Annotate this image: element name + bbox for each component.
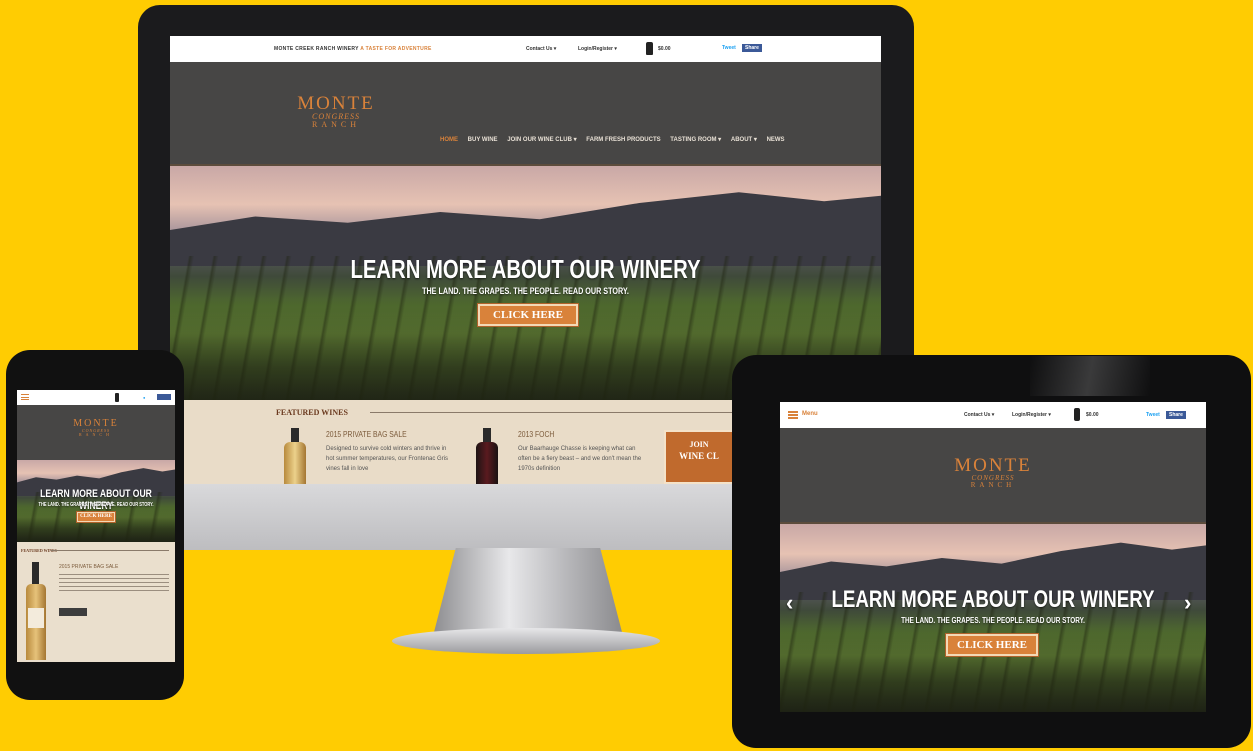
club-line2: WINE CL bbox=[679, 451, 719, 461]
tagline: MONTE CREEK RANCH WINERY A TASTE FOR ADV… bbox=[274, 46, 432, 52]
phone-hero-image: LEARN MORE ABOUT OUR WINERY THE LAND. TH… bbox=[17, 460, 175, 542]
logo-line1: MONTE bbox=[297, 93, 375, 114]
tagline-highlight: A TASTE FOR ADVENTURE bbox=[360, 46, 432, 52]
hamburger-menu-icon[interactable] bbox=[21, 394, 29, 400]
cart-bottle-icon[interactable] bbox=[646, 42, 653, 55]
logo-line3: RANCH bbox=[78, 432, 113, 437]
tweet-button[interactable]: Tweet bbox=[1146, 412, 1160, 418]
wine-bottle-white[interactable] bbox=[280, 428, 310, 484]
facebook-share-button[interactable] bbox=[157, 394, 171, 400]
login-register-menu[interactable]: Login/Register ▾ bbox=[578, 46, 617, 52]
tablet-screen: Menu Contact Us ▾ Login/Register ▾ $0.00… bbox=[780, 402, 1206, 712]
club-line1: JOIN bbox=[689, 440, 709, 449]
tagline-prefix: MONTE CREEK RANCH WINERY bbox=[274, 46, 359, 52]
monitor-stand-foot bbox=[392, 628, 660, 654]
wine-bottle-red[interactable] bbox=[472, 428, 502, 484]
tablet-topbar: Menu Contact Us ▾ Login/Register ▾ $0.00… bbox=[780, 402, 1206, 428]
tweet-icon[interactable]: ● bbox=[143, 395, 145, 400]
hero-title: LEARN MORE ABOUT OUR WINERY bbox=[831, 586, 1155, 613]
tweet-button[interactable]: Tweet bbox=[722, 45, 736, 51]
cart-bottle-icon[interactable] bbox=[1074, 408, 1080, 421]
facebook-share-button[interactable]: Share bbox=[1166, 411, 1186, 419]
wine-description-lines bbox=[59, 574, 169, 594]
hero-mountains bbox=[170, 192, 881, 266]
hero-title: LEARN MORE ABOUT OUR WINERY bbox=[40, 488, 152, 512]
cart-bottle-icon[interactable] bbox=[115, 393, 119, 402]
wine-desc-1: Designed to survive cold winters and thr… bbox=[326, 446, 449, 472]
bottle-label bbox=[28, 608, 44, 628]
phone-screen: ● MONTE CONGRESS RANCH LEARN MORE ABOUT … bbox=[17, 390, 175, 662]
logo-line3: RANCH bbox=[311, 120, 360, 129]
hamburger-menu-icon[interactable] bbox=[788, 411, 798, 419]
menu-label[interactable]: Menu bbox=[802, 411, 818, 417]
hero-title: LEARN MORE ABOUT OUR WINERY bbox=[350, 254, 701, 284]
facebook-share-button[interactable]: Share bbox=[742, 44, 762, 52]
desktop-topbar: MONTE CREEK RANCH WINERY A TASTE FOR ADV… bbox=[170, 36, 881, 62]
logo-line3: RANCH bbox=[970, 481, 1016, 489]
nav-home[interactable]: HOME bbox=[440, 137, 458, 143]
bottle-body bbox=[476, 442, 498, 484]
nav-news[interactable]: NEWS bbox=[767, 137, 785, 143]
wine-name-1[interactable]: 2015 PRIVATE BAG SALE bbox=[326, 430, 407, 439]
nav-farm-fresh[interactable]: FARM FRESH PRODUCTS bbox=[586, 137, 660, 143]
wine-name-2[interactable]: 2013 FOCH bbox=[518, 430, 554, 439]
brand-logo[interactable]: MONTE CONGRESS RANCH bbox=[276, 94, 396, 129]
nav-buy-wine[interactable]: BUY WINE bbox=[468, 137, 498, 143]
tablet-glare bbox=[1030, 356, 1150, 396]
phone-header: MONTE CONGRESS RANCH bbox=[17, 405, 175, 460]
wine-name[interactable]: 2015 PRIVATE BAG SALE bbox=[59, 564, 118, 570]
hero-subtitle: THE LAND. THE GRAPES. THE PEOPLE. READ O… bbox=[422, 286, 629, 296]
phone-featured-section: FEATURED WINES 2015 PRIVATE BAG SALE bbox=[17, 542, 175, 662]
monitor-stand-neck bbox=[433, 548, 623, 636]
contact-us-menu[interactable]: Contact Us ▾ bbox=[526, 46, 556, 52]
read-more-button[interactable] bbox=[59, 608, 87, 616]
bottle-body bbox=[284, 442, 306, 484]
cart-total[interactable]: $0.00 bbox=[658, 46, 671, 52]
featured-divider bbox=[51, 550, 169, 551]
nav-about[interactable]: ABOUT ▾ bbox=[731, 137, 757, 143]
logo-line1: MONTE bbox=[954, 455, 1032, 476]
desktop-header: MONTE CONGRESS RANCH HOME BUY WINE JOIN … bbox=[170, 62, 881, 166]
hero-click-here-button[interactable]: CLICK HERE bbox=[478, 304, 578, 326]
nav-tasting-room[interactable]: TASTING ROOM ▾ bbox=[670, 137, 721, 143]
tablet-header: MONTE CONGRESS RANCH bbox=[780, 428, 1206, 524]
hero-click-here-button[interactable]: CLICK HERE bbox=[77, 512, 115, 522]
bottle-neck bbox=[32, 562, 39, 586]
hero-subtitle: THE LAND. THE GRAPES. THE PEOPLE. READ O… bbox=[38, 502, 154, 508]
brand-logo[interactable]: MONTE CONGRESS RANCH bbox=[928, 456, 1058, 489]
carousel-next-arrow-icon[interactable]: › bbox=[1184, 590, 1191, 616]
brand-logo[interactable]: MONTE CONGRESS RANCH bbox=[61, 419, 131, 437]
carousel-prev-arrow-icon[interactable]: ‹ bbox=[786, 590, 793, 616]
phone-topbar: ● bbox=[17, 390, 175, 405]
main-nav: HOME BUY WINE JOIN OUR WINE CLUB ▾ FARM … bbox=[440, 136, 793, 143]
hero-subtitle: THE LAND. THE GRAPES. THE PEOPLE. READ O… bbox=[901, 616, 1085, 625]
join-wine-club-badge[interactable]: JOIN WINE CL bbox=[664, 430, 734, 484]
contact-us-menu[interactable]: Contact Us ▾ bbox=[964, 412, 994, 418]
cart-total[interactable]: $0.00 bbox=[1086, 412, 1099, 418]
tablet-hero-image: LEARN MORE ABOUT OUR WINERY THE LAND. TH… bbox=[780, 524, 1206, 712]
wine-desc-2: Our Baarhauge Chasse is keeping what can… bbox=[518, 446, 642, 472]
nav-wine-club[interactable]: JOIN OUR WINE CLUB ▾ bbox=[507, 137, 576, 143]
featured-wines-title: FEATURED WINES bbox=[276, 408, 348, 417]
hero-click-here-button[interactable]: CLICK HERE bbox=[946, 634, 1038, 656]
login-register-menu[interactable]: Login/Register ▾ bbox=[1012, 412, 1051, 418]
wine-bottle-white[interactable] bbox=[25, 562, 47, 660]
